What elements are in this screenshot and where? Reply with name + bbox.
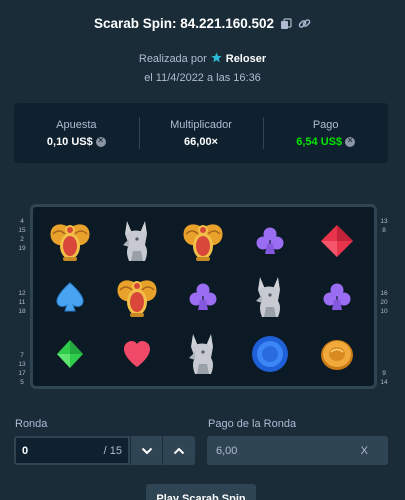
payout-label: Pago xyxy=(312,118,339,131)
payline-number: 20 xyxy=(380,298,388,306)
round-up-button[interactable] xyxy=(162,436,194,465)
stat-payout: Pago 6,54 US$ xyxy=(263,103,388,163)
play-game-button[interactable]: Play Scarab Spin xyxy=(146,484,256,500)
payline-group: 4 15 2 19 xyxy=(15,218,29,252)
heart-symbol-icon xyxy=(107,326,167,382)
spade-symbol-icon xyxy=(40,269,100,325)
payline-number: 12 xyxy=(18,289,26,297)
multiplier-value: 66,00× xyxy=(184,135,218,148)
username-link[interactable]: Reloser xyxy=(226,53,266,65)
club-symbol-icon xyxy=(240,213,300,269)
gold-coin-symbol-icon xyxy=(307,326,367,382)
reel-3 xyxy=(170,213,237,382)
payline-number: 4 xyxy=(20,218,24,225)
payline-group: 12 11 18 xyxy=(15,290,29,315)
payline-group: 7 13 17 5 xyxy=(15,352,29,386)
payline-group: 13 8 xyxy=(377,218,391,234)
payline-number: 9 xyxy=(382,370,386,377)
multiplier-suffix: X xyxy=(360,444,368,457)
stat-multiplier: Multiplicador 66,00× xyxy=(138,103,264,163)
payout-value-row: 6,54 US$ xyxy=(296,135,356,148)
anubis-symbol-icon xyxy=(107,213,167,269)
payline-group: 16 20 10 xyxy=(377,290,391,315)
chevron-down-icon xyxy=(141,447,152,454)
played-by-prefix: Realizada por xyxy=(138,53,207,65)
round-down-button[interactable] xyxy=(130,436,162,465)
round-payout-field: 6,00 X xyxy=(207,436,388,465)
bet-header: Scarab Spin: 84.221.160.502 xyxy=(0,16,405,31)
left-payline-numbers: 4 15 2 19 12 11 18 7 13 17 5 xyxy=(15,218,29,386)
bet-label: Apuesta xyxy=(56,118,97,131)
slot-board xyxy=(30,204,377,389)
diamond-suit-symbol-icon xyxy=(307,213,367,269)
round-label: Ronda xyxy=(15,418,48,430)
payout-value: 6,54 US$ xyxy=(296,135,343,148)
reels xyxy=(37,213,370,382)
club-symbol-icon xyxy=(307,269,367,325)
round-total: / 15 xyxy=(103,444,122,457)
bet-date: el 11/4/2022 a las 16:36 xyxy=(144,72,261,84)
currency-icon xyxy=(95,135,106,147)
round-payout-label: Pago de la Ronda xyxy=(208,418,297,430)
bet-stats-panel: Apuesta 0,10 US$ Multiplicador 66,00× Pa… xyxy=(14,103,388,163)
payline-number: 15 xyxy=(18,227,26,234)
round-input[interactable]: 0 / 15 xyxy=(14,436,130,465)
link-icon[interactable] xyxy=(298,17,311,30)
reel-2 xyxy=(104,213,171,382)
club-symbol-icon xyxy=(173,269,233,325)
bet-title: Scarab Spin: 84.221.160.502 xyxy=(93,16,275,31)
payline-number: 18 xyxy=(18,307,26,315)
bet-value: 0,10 US$ xyxy=(46,135,93,148)
payline-number: 19 xyxy=(18,245,26,252)
chevron-up-icon xyxy=(173,447,184,454)
stat-bet: Apuesta 0,10 US$ xyxy=(14,103,139,163)
played-by: Realizada por Reloser xyxy=(0,52,405,66)
payline-number: 2 xyxy=(20,236,24,243)
payline-number: 11 xyxy=(18,298,26,306)
right-payline-numbers: 13 8 16 20 10 9 14 xyxy=(377,218,391,386)
payline-number: 17 xyxy=(18,370,26,377)
round-payout-value: 6,00 xyxy=(216,444,238,457)
scarab-symbol-icon xyxy=(107,269,167,325)
scarab-symbol-icon xyxy=(173,213,233,269)
anubis-symbol-icon xyxy=(240,269,300,325)
payline-number: 5 xyxy=(20,379,24,386)
reel-1 xyxy=(37,213,104,382)
payline-number: 14 xyxy=(380,379,388,386)
diamond-gem-symbol-icon xyxy=(40,326,100,382)
vip-star-icon xyxy=(211,52,222,66)
scarab-symbol-icon xyxy=(40,213,100,269)
round-value: 0 xyxy=(22,444,29,457)
round-stepper: 0 / 15 xyxy=(14,436,195,465)
payline-group: 9 14 xyxy=(377,370,391,386)
bet-value-row: 0,10 US$ xyxy=(46,135,106,148)
reel-5 xyxy=(303,213,370,382)
currency-icon xyxy=(345,135,356,147)
copy-icon[interactable] xyxy=(280,17,292,30)
payline-number: 13 xyxy=(18,361,26,368)
multiplier-label: Multiplicador xyxy=(170,118,232,131)
payline-number: 7 xyxy=(20,352,24,359)
anubis-symbol-icon xyxy=(173,326,233,382)
payline-number: 16 xyxy=(380,289,388,297)
payline-number: 8 xyxy=(382,227,386,234)
reel-4 xyxy=(237,213,304,382)
blue-coin-symbol-icon xyxy=(240,326,300,382)
payline-number: 13 xyxy=(380,218,388,225)
payline-number: 10 xyxy=(380,307,388,315)
